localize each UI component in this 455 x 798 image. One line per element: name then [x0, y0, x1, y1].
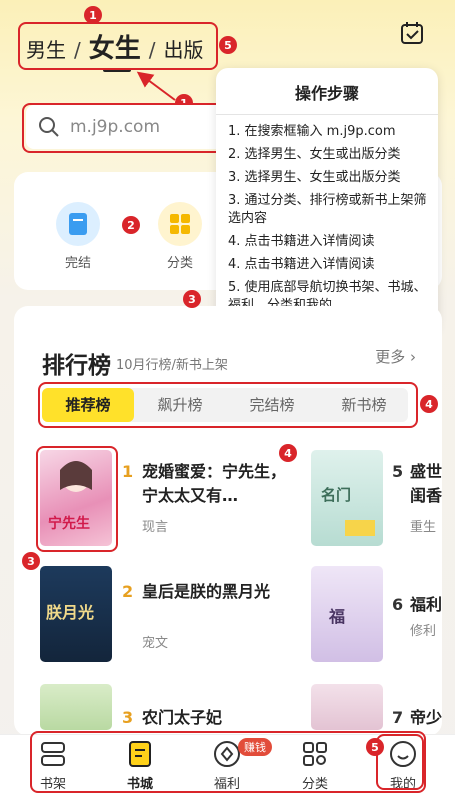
step-item: 3. 选择男生、女生或出版分类 [228, 170, 401, 185]
ranking-title: 排行榜 [42, 353, 111, 379]
svg-text:朕月光: 朕月光 [46, 603, 94, 622]
step-item: 3. 通过分类、排行榜或新书上架筛选内容 [228, 193, 427, 226]
svg-text:名门: 名门 [321, 486, 351, 504]
book-tag: 宠文 [142, 636, 169, 651]
book-cover[interactable] [40, 684, 112, 730]
category-classify[interactable]: 分类 [150, 202, 210, 271]
book-rank: 3 [122, 708, 134, 727]
book-rank: 1 [122, 462, 134, 481]
book-rank: 6 [392, 595, 404, 614]
book-rank: 2 [122, 582, 134, 601]
book-tag: 现言 [142, 520, 169, 535]
category-completed[interactable]: 完结 [48, 202, 108, 271]
category-label: 分类 [166, 256, 193, 271]
book-title[interactable]: 福利 [410, 593, 450, 617]
book-tag: 修利 [410, 624, 437, 639]
annotation-box-search [22, 103, 224, 153]
annotation-box-tabs [38, 382, 418, 428]
step-item: 1. 在搜索框输入 m.j9p.com [228, 124, 396, 139]
book-cover[interactable]: 名门 [311, 450, 383, 546]
annotation-badge: 5 [366, 738, 384, 756]
book-tag: 重生 [410, 520, 437, 535]
book-rank: 5 [392, 462, 404, 481]
annotation-badge: 3 [22, 552, 40, 570]
book-rank: 7 [392, 708, 404, 727]
annotation-badge: 2 [122, 216, 140, 234]
book-cover[interactable] [311, 684, 383, 730]
popup-title: 操作步骤 [294, 84, 359, 103]
grid-icon [158, 202, 202, 246]
annotation-box-book [36, 446, 118, 552]
category-label: 完结 [64, 256, 91, 271]
annotation-badge: 3 [183, 290, 201, 308]
annotation-badge: 4 [420, 395, 438, 413]
book-title[interactable]: 盛世闺香 [410, 460, 450, 510]
step-item: 4. 点击书籍进入详情阅读 [228, 234, 375, 249]
ranking-more-link[interactable]: 更多 › [375, 346, 416, 367]
book-title[interactable]: 帝少 [410, 706, 450, 730]
book-cover[interactable]: 福 [311, 566, 383, 662]
annotation-box-nav [30, 731, 426, 793]
book-cover[interactable]: 朕月光 [40, 566, 112, 662]
book-title[interactable]: 皇后是朕的黑月光 [142, 580, 292, 604]
step-item: 4. 点击书籍进入详情阅读 [228, 257, 375, 272]
ranking-subtitle: 10月行榜/新书上架 [116, 358, 228, 373]
svg-text:福: 福 [328, 607, 345, 626]
popup-divider [216, 114, 438, 115]
steps-popup: 操作步骤 1. 在搜索框输入 m.j9p.com 2. 选择男生、女生或出版分类… [216, 68, 438, 334]
book-title[interactable]: 宠婚蜜爱：宁先生，宁太太又有… [142, 460, 292, 508]
step-item: 2. 选择男生、女生或出版分类 [228, 147, 401, 162]
book-icon [56, 202, 100, 246]
book-title[interactable]: 农门太子妃 [142, 706, 292, 730]
